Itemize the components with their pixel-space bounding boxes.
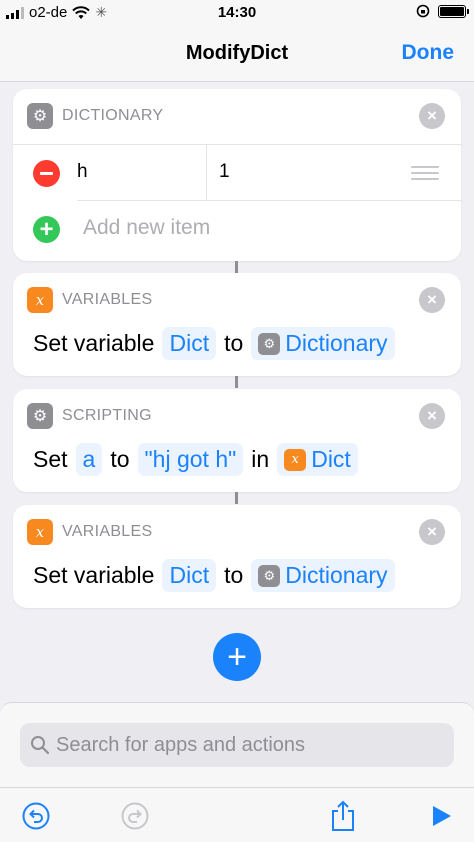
action-text: Set variable xyxy=(33,562,155,588)
action-header: x VARIABLES xyxy=(27,519,152,545)
dictionary-row: h 1 xyxy=(13,145,461,201)
gear-icon: ⚙ xyxy=(258,332,281,355)
input-variable-token[interactable]: ⚙ Dictionary xyxy=(251,327,395,360)
dictionary-action-card[interactable]: ⚙ DICTIONARY × h 1 + Add new item xyxy=(13,89,461,261)
category-label: DICTIONARY xyxy=(62,107,164,124)
battery-icon xyxy=(438,4,469,18)
token-label: "hj got h" xyxy=(144,446,237,472)
input-variable-token[interactable]: ⚙ Dictionary xyxy=(251,559,395,592)
search-icon xyxy=(31,736,50,755)
token-label: Dictionary xyxy=(285,562,388,588)
set-variable-action-card[interactable]: x VARIABLES × Set variable Dict to ⚙ Dic… xyxy=(13,273,461,376)
variable-name-token[interactable]: Dict xyxy=(162,327,217,360)
status-bar: o2-de ✳ 14:30 xyxy=(0,0,474,26)
action-connector xyxy=(235,492,238,504)
variable-x-icon: x xyxy=(27,519,53,545)
action-parameters: Set variable Dict to ⚙ Dictionary xyxy=(33,327,395,360)
action-connector xyxy=(235,376,238,388)
clock: 14:30 xyxy=(217,4,257,21)
action-parameters: Set a to "hj got h" in x Dict xyxy=(33,443,358,476)
token-label: Dictionary xyxy=(285,330,388,356)
share-button[interactable] xyxy=(327,800,359,832)
gear-icon: ⚙ xyxy=(27,403,53,429)
category-label: SCRIPTING xyxy=(62,407,152,424)
undo-button[interactable] xyxy=(20,800,52,832)
action-header: ⚙ SCRIPTING xyxy=(27,403,152,429)
action-text: in xyxy=(251,446,270,472)
category-label: VARIABLES xyxy=(62,523,153,540)
action-text: Set variable xyxy=(33,330,155,356)
action-header: ⚙ DICTIONARY xyxy=(27,103,163,129)
action-connector xyxy=(235,261,238,273)
remove-action-button[interactable]: × xyxy=(419,403,445,429)
action-header: x VARIABLES xyxy=(27,287,152,313)
variable-name-token[interactable]: Dict xyxy=(162,559,217,592)
variable-x-icon: x xyxy=(284,448,307,471)
run-button[interactable] xyxy=(425,800,457,832)
add-item-row[interactable]: + Add new item xyxy=(13,201,461,257)
action-search-panel xyxy=(0,702,474,842)
key-token[interactable]: a xyxy=(75,443,103,476)
token-label: a xyxy=(82,446,96,472)
redo-button[interactable] xyxy=(119,800,151,832)
value-token[interactable]: "hj got h" xyxy=(137,443,244,476)
gear-icon: ⚙ xyxy=(258,564,281,587)
undo-icon xyxy=(22,802,50,830)
reorder-handle-icon[interactable] xyxy=(411,166,439,184)
remove-action-button[interactable]: × xyxy=(419,287,445,313)
dictionary-variable-token[interactable]: x Dict xyxy=(277,443,358,476)
done-button[interactable]: Done xyxy=(402,41,455,65)
action-text: to xyxy=(110,446,130,472)
dictionary-key-field[interactable]: h xyxy=(77,161,88,183)
remove-action-button[interactable]: × xyxy=(419,103,445,129)
token-label: Dict xyxy=(311,446,351,472)
delete-row-button[interactable] xyxy=(33,160,60,187)
token-label: Dict xyxy=(169,562,210,588)
action-parameters: Set variable Dict to ⚙ Dictionary xyxy=(33,559,395,592)
category-label: VARIABLES xyxy=(62,291,153,308)
editor-toolbar xyxy=(0,787,474,842)
search-input[interactable] xyxy=(56,733,454,757)
add-action-button[interactable]: + xyxy=(213,633,261,681)
remove-action-button[interactable]: × xyxy=(419,519,445,545)
column-divider xyxy=(206,145,207,201)
dictionary-value-field[interactable]: 1 xyxy=(219,161,230,183)
action-text: to xyxy=(224,330,244,356)
search-bar[interactable] xyxy=(20,723,454,767)
share-icon xyxy=(332,800,354,831)
gear-icon: ⚙ xyxy=(27,103,53,129)
play-icon xyxy=(433,806,451,826)
navigation-bar: ModifyDict Done xyxy=(0,26,474,82)
variable-x-icon: x xyxy=(27,287,53,313)
action-text: to xyxy=(224,562,244,588)
rotation-lock-icon xyxy=(416,4,430,18)
set-dictionary-value-action-card[interactable]: ⚙ SCRIPTING × Set a to "hj got h" in x D… xyxy=(13,389,461,492)
action-text: Set xyxy=(33,446,68,472)
token-label: Dict xyxy=(169,330,210,356)
add-item-label[interactable]: Add new item xyxy=(83,216,210,240)
redo-icon xyxy=(121,802,149,830)
set-variable-action-card[interactable]: x VARIABLES × Set variable Dict to ⚙ Dic… xyxy=(13,505,461,608)
add-item-button[interactable]: + xyxy=(33,216,60,243)
